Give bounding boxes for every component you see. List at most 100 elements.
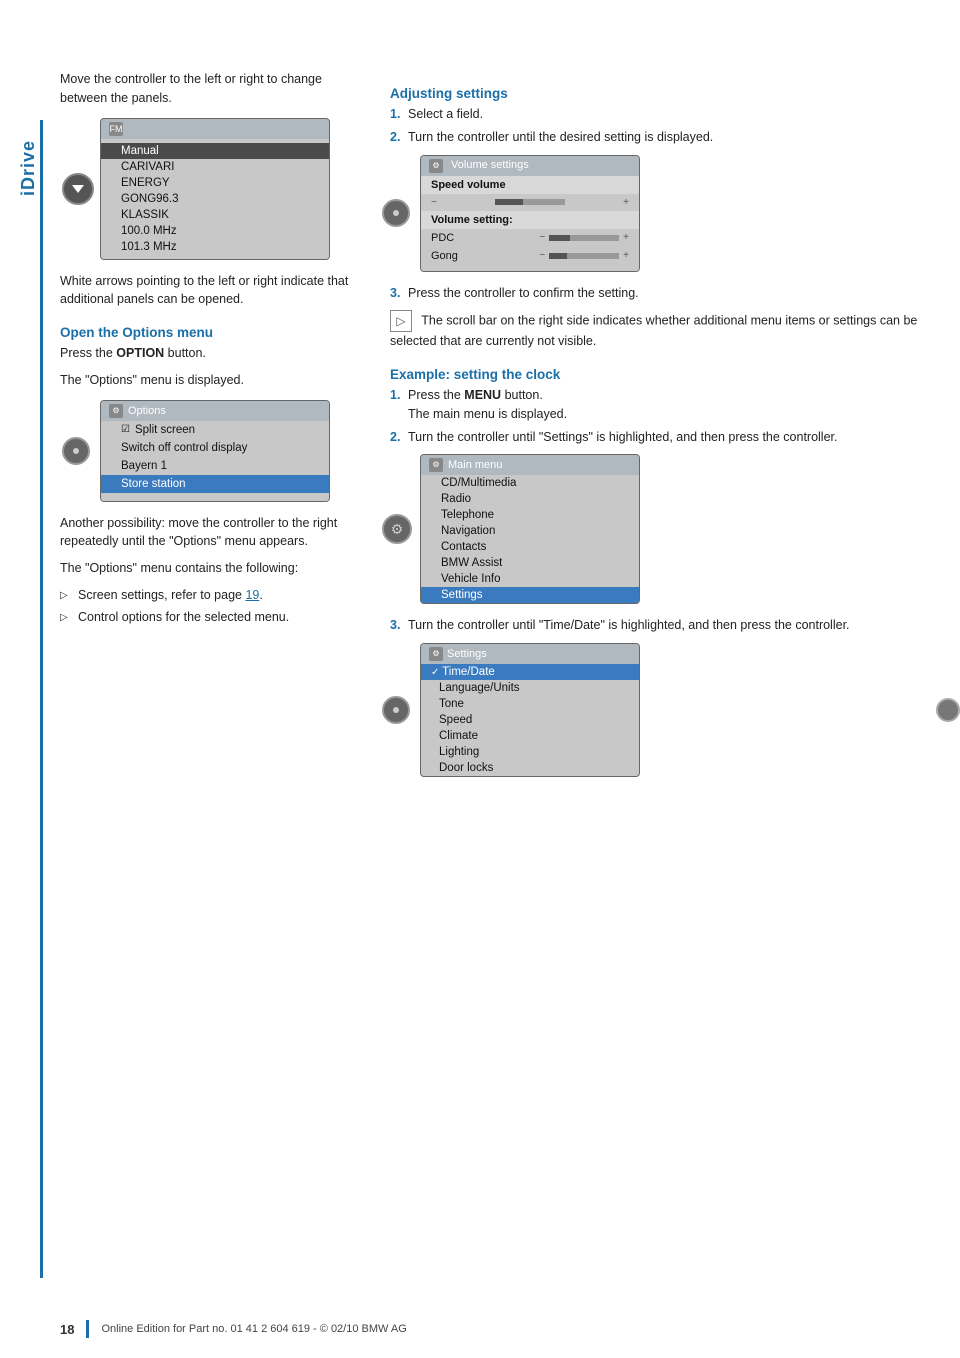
volume-title: ⚙ Volume settings (421, 156, 639, 176)
opt-label-bayern: Bayern 1 (121, 460, 167, 472)
open-options-heading: Open the Options menu (60, 325, 360, 340)
left-column: Move the controller to the left or right… (60, 70, 360, 789)
vol-setting-label: Volume setting: (431, 214, 513, 226)
fm-screen: FM Manual CARIVARI ENERGY GONG96.3 KLASS… (100, 118, 330, 260)
mm-row-telephone: Telephone (421, 507, 639, 523)
check-icon-split: ☑ (121, 424, 130, 435)
mm-icon: ⚙ (429, 458, 443, 472)
options-title-bar: ⚙ Options (101, 401, 329, 421)
opt-row-split: ☑ Split screen (101, 421, 329, 439)
blue-accent-border (40, 120, 43, 1278)
speed-vol-bar (495, 199, 565, 205)
page-footer: 18 Online Edition for Part no. 01 41 2 6… (0, 1320, 960, 1338)
fm-title-bar: FM (101, 119, 329, 139)
adjusting-heading: Adjusting settings (390, 86, 930, 101)
footer-page-num: 18 (60, 1322, 74, 1337)
mm-title-text: Main menu (448, 459, 502, 471)
options-icon: ⚙ (109, 404, 123, 418)
opt-label-split: Split screen (135, 424, 195, 436)
another-possibility: Another possibility: move the controller… (60, 514, 360, 552)
opt-label-store: Store station (121, 478, 186, 490)
vol-setting-label-row: Volume setting: (421, 211, 639, 229)
opt-row-bayern: Bayern 1 (101, 457, 329, 475)
plus-sign-gong: + (623, 250, 629, 261)
pdc-bar (549, 235, 619, 241)
mm-row-radio: Radio (421, 491, 639, 507)
open-options-step1: Press the OPTION button. (60, 344, 360, 363)
adj-step3-list: 3. Press the controller to confirm the s… (390, 284, 930, 303)
set-row-climate: Climate (421, 728, 639, 744)
options-screen: ⚙ Options ☑ Split screen Switch off cont… (100, 400, 330, 502)
mm-row-bmw: BMW Assist (421, 555, 639, 571)
ctrl-left-widget (62, 437, 90, 465)
options-rows: ☑ Split screen Switch off control displa… (101, 421, 329, 501)
adj-step2-num: 2. (390, 128, 400, 147)
gong-fill (549, 253, 567, 259)
ctrl-right-settings (936, 698, 960, 722)
pdc-label: PDC (431, 232, 454, 244)
speed-vol-bar-row: − + (421, 194, 639, 211)
adj-step-1: 1. Select a field. (390, 105, 930, 124)
speed-vol-label: Speed volume (431, 179, 506, 191)
gong-bar-wrap: − + (539, 250, 629, 261)
fm-row-manual: Manual (101, 143, 329, 159)
controller-widget (62, 173, 94, 205)
ctrl-left-settings (382, 696, 410, 724)
arrow-down-icon (72, 185, 84, 193)
settings-title-bar: ⚙ Settings (421, 644, 639, 664)
footer-accent-line (86, 1320, 89, 1338)
main-menu-screen-wrapper: ⚙ ⚙ Main menu CD/Multimedia Radio Teleph… (420, 454, 930, 604)
opt-label-switch: Switch off control display (121, 442, 247, 454)
minus-sign-pdc: − (539, 232, 545, 243)
fm-row-energy: ENERGY (101, 175, 329, 191)
scroll-note: ▷ The scroll bar on the right side indic… (390, 310, 930, 351)
mm-row-vehicle: Vehicle Info (421, 571, 639, 587)
ex-step3-list: 3. Turn the controller until "Time/Date"… (390, 616, 930, 635)
gong-row: Gong − + (421, 247, 639, 265)
set-row-tone: Tone (421, 696, 639, 712)
settings-title-text: Settings (447, 648, 487, 660)
gong-label: Gong (431, 250, 458, 262)
vol-icon: ⚙ (429, 159, 443, 173)
adj-step3-text: Press the controller to confirm the sett… (408, 286, 639, 300)
white-arrows-note: White arrows pointing to the left or rig… (60, 272, 360, 310)
bullet-screen-settings: Screen settings, refer to page 19. (60, 586, 360, 605)
volume-screen: ⚙ Volume settings Speed volume − + (420, 155, 640, 272)
minus-sign-gong: − (539, 250, 545, 261)
adj-step1-num: 1. (390, 105, 400, 124)
ex-step2-num: 2. (390, 428, 400, 447)
mm-row-settings: Settings (421, 587, 639, 603)
pdc-fill (549, 235, 570, 241)
menu-bold: MENU (464, 388, 501, 402)
options-contains: The "Options" menu contains the followin… (60, 559, 360, 578)
ctrl-left-vol (382, 199, 410, 227)
mm-row-cd: CD/Multimedia (421, 475, 639, 491)
set-row-speed: Speed (421, 712, 639, 728)
ex-step-2: 2. Turn the controller until "Settings" … (390, 428, 930, 447)
settings-rows: Time/Date Language/Units Tone Speed Clim… (421, 664, 639, 776)
plus-sign-pdc: + (623, 232, 629, 243)
ctrl-dot (73, 448, 79, 454)
adj-step2-text: Turn the controller until the desired se… (408, 130, 713, 144)
ex-step3-text: Turn the controller until "Time/Date" is… (408, 618, 850, 632)
page-link-19[interactable]: 19 (245, 588, 259, 602)
plus-sign-speed: + (623, 197, 629, 208)
set-row-language: Language/Units (421, 680, 639, 696)
fm-screen-body: Manual CARIVARI ENERGY GONG96.3 KLASSIK … (101, 139, 329, 259)
mm-row-contacts: Contacts (421, 539, 639, 555)
right-column: Adjusting settings 1. Select a field. 2.… (390, 70, 930, 789)
intro-paragraph: Move the controller to the left or right… (60, 70, 360, 108)
speed-vol-row: Speed volume (421, 176, 639, 194)
settings-icon: ⚙ (429, 647, 443, 661)
set-row-doorlocks: Door locks (421, 760, 639, 776)
opt-spacer (101, 493, 329, 501)
ex-step1-num: 1. (390, 386, 400, 405)
mm-title-bar: ⚙ Main menu (421, 455, 639, 475)
scroll-note-text: The scroll bar on the right side indicat… (390, 314, 917, 349)
footer-text: Online Edition for Part no. 01 41 2 604 … (101, 1323, 406, 1335)
ex-step1b-text: The main menu is displayed. (408, 407, 567, 421)
ex-step1-text: Press the MENU button.The main menu is d… (408, 388, 567, 421)
adj-step3-num: 3. (390, 284, 400, 303)
mm-rows: CD/Multimedia Radio Telephone Navigation… (421, 475, 639, 603)
fm-row-carivari: CARIVARI (101, 159, 329, 175)
